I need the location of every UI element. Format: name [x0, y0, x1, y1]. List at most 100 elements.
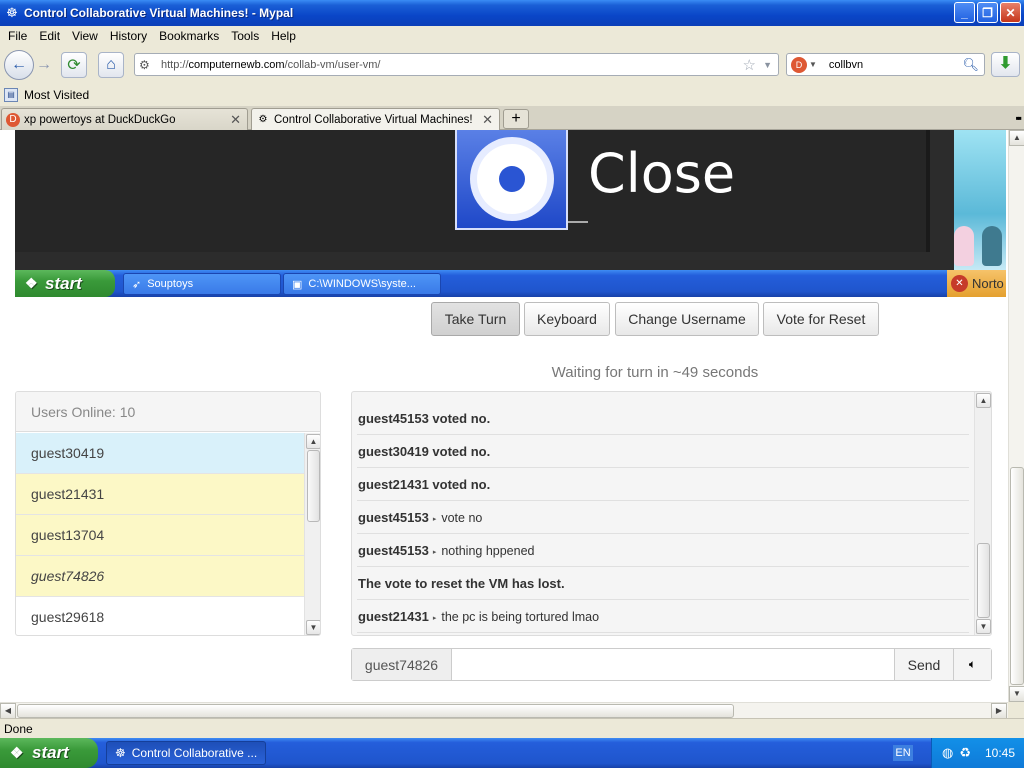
bookmark-most-visited[interactable]: Most Visited — [24, 88, 89, 102]
minimize-button[interactable]: _ — [954, 2, 975, 23]
vm-taskbar-item-souptoys[interactable]: ➶ Souptoys — [123, 273, 281, 295]
take-turn-button[interactable]: Take Turn — [431, 302, 520, 336]
menu-view[interactable]: View — [66, 29, 104, 43]
duckduckgo-engine-icon[interactable]: D — [791, 56, 807, 73]
chat-username: guest45153 — [358, 543, 429, 558]
chat-messages: guest45153 voted no. guest30419 voted no… — [352, 402, 972, 633]
settings-gear-icon — [455, 130, 568, 230]
change-username-button[interactable]: Change Username — [615, 302, 759, 336]
vm-taskbar-label: Souptoys — [147, 278, 194, 290]
scroll-up-icon[interactable]: ▲ — [1009, 130, 1024, 146]
network-icon[interactable]: ◍ — [942, 745, 953, 761]
search-engine-dropdown-icon[interactable]: ▼ — [809, 60, 817, 69]
list-item[interactable]: guest74826 — [16, 556, 304, 597]
chat-panel: guest45153 voted no. guest30419 voted no… — [351, 391, 992, 636]
vm-start-button[interactable]: ❖ start — [15, 270, 115, 297]
scroll-up-icon[interactable]: ▲ — [306, 434, 320, 449]
forward-arrow-icon: → — [36, 56, 52, 73]
url-domain: computernewb.com — [188, 58, 285, 71]
window-titlebar: ☸ Control Collaborative Virtual Machines… — [0, 0, 1024, 26]
tab-close-icon[interactable]: ✕ — [482, 112, 493, 128]
reload-button[interactable]: ⟳ — [61, 52, 87, 78]
send-button[interactable]: Send — [894, 649, 953, 680]
vm-dialog-close-text: Close — [588, 142, 736, 205]
duckduckgo-icon: D — [6, 112, 20, 127]
home-button[interactable]: ⌂ — [98, 52, 124, 78]
vm-taskbar-item-cmd[interactable]: ▣ C:\WINDOWS\syste... — [283, 273, 441, 295]
windows-taskbar: ❖ start ☸ Control Collaborative ... EN ◍… — [0, 738, 1024, 768]
scroll-up-icon[interactable]: ▲ — [976, 393, 991, 408]
scroll-thumb[interactable] — [17, 704, 734, 718]
scroll-down-icon[interactable]: ▼ — [1009, 686, 1024, 702]
search-icon[interactable]: 🔍︎ — [962, 57, 979, 73]
address-url[interactable]: http://computernewb.com/collab-vm/user-v… — [161, 59, 381, 71]
scroll-thumb[interactable] — [307, 450, 320, 522]
character-figure — [954, 226, 974, 266]
menu-file[interactable]: File — [2, 29, 33, 43]
norton-icon: ✕ — [951, 275, 968, 292]
restore-button[interactable]: ❐ — [977, 2, 998, 23]
list-item[interactable]: guest30419 — [16, 433, 304, 474]
chat-text: nothing hppened — [441, 544, 535, 558]
scroll-down-icon[interactable]: ▼ — [976, 619, 991, 634]
download-arrow-icon: ⬇ — [998, 55, 1013, 72]
scroll-thumb[interactable] — [977, 543, 990, 618]
page-vertical-scrollbar[interactable]: ▲ ▼ — [1008, 130, 1024, 702]
users-online-panel: Users Online: 10 guest30419 guest21431 g… — [15, 391, 321, 636]
souptoys-icon: ➶ — [132, 278, 142, 291]
start-button[interactable]: ❖ start — [0, 738, 98, 768]
chat-message: guest45153 voted no. — [357, 402, 969, 435]
menu-help[interactable]: Help — [265, 29, 302, 43]
chat-input-group: guest74826 Send 🔈︎ — [351, 648, 992, 681]
list-item[interactable]: guest21431 — [16, 474, 304, 515]
close-button[interactable]: ✕ — [1000, 2, 1021, 23]
scroll-left-icon[interactable]: ◀ — [0, 703, 16, 719]
keyboard-button[interactable]: Keyboard — [524, 302, 610, 336]
url-dropdown-icon[interactable]: ▼ — [763, 60, 772, 70]
new-tab-button[interactable]: + — [503, 109, 529, 129]
search-bar[interactable]: D ▼ collbvn 🔍︎ — [786, 53, 985, 76]
language-indicator[interactable]: EN — [893, 745, 913, 761]
scrollbar-corner — [1008, 702, 1024, 718]
bookmark-star-icon[interactable]: ☆ — [743, 56, 756, 74]
taskbar-item-mypal[interactable]: ☸ Control Collaborative ... — [106, 741, 266, 765]
tab-close-icon[interactable]: ✕ — [230, 112, 241, 128]
chat-scrollbar[interactable]: ▲ ▼ — [974, 392, 991, 635]
list-item[interactable]: guest29618 — [16, 597, 304, 635]
menu-bar: File Edit View History Bookmarks Tools H… — [0, 26, 1024, 46]
menu-bookmarks[interactable]: Bookmarks — [153, 29, 225, 43]
speaker-icon[interactable]: 🔈︎ — [953, 649, 991, 680]
tab-list-icon[interactable]: ▪▪ — [1015, 111, 1021, 125]
windows-flag-icon: ❖ — [25, 275, 38, 291]
tab-duckduckgo[interactable]: D xp powertoys at DuckDuckGo ✕ — [1, 108, 248, 130]
chat-username: guest21431 — [358, 609, 429, 624]
clock[interactable]: 10:45 — [985, 746, 1015, 760]
list-item[interactable]: guest13704 — [16, 515, 304, 556]
vm-screen[interactable]: Close ❖ start ➶ Souptoys ▣ C:\WINDOWS\sy… — [15, 130, 1006, 297]
menu-tools[interactable]: Tools — [225, 29, 265, 43]
tab-label: xp powertoys at DuckDuckGo — [24, 113, 176, 126]
users-scrollbar[interactable]: ▲ ▼ — [304, 433, 320, 635]
tab-collabvm[interactable]: ⚙ Control Collaborative Virtual Machines… — [251, 108, 500, 131]
downloads-button[interactable]: ⬇ — [991, 52, 1020, 77]
vote-reset-button[interactable]: Vote for Reset — [763, 302, 879, 336]
scroll-thumb[interactable] — [1010, 467, 1024, 685]
system-message-text: The vote to reset the VM has lost. — [358, 576, 565, 591]
forward-button[interactable]: → — [34, 52, 54, 78]
scroll-down-icon[interactable]: ▼ — [306, 620, 320, 635]
address-bar[interactable]: ⚙ http://computernewb.com/collab-vm/user… — [134, 53, 779, 76]
window-controls: _ ❐ ✕ — [954, 2, 1021, 23]
back-button[interactable]: ← — [4, 50, 34, 80]
reload-icon: ⟳ — [67, 57, 81, 74]
safely-remove-icon[interactable]: ♻ — [959, 745, 971, 761]
menu-edit[interactable]: Edit — [33, 29, 66, 43]
chat-message: guest21431 ▸ the pc is being tortured lmao — [357, 600, 969, 633]
menu-history[interactable]: History — [104, 29, 153, 43]
search-input[interactable]: collbvn — [829, 59, 863, 71]
vm-taskbar: ❖ start ➶ Souptoys ▣ C:\WINDOWS\syste...… — [15, 270, 1006, 297]
window-title: Control Collaborative Virtual Machines! … — [24, 6, 294, 20]
page-horizontal-scrollbar[interactable]: ◀ ▶ — [0, 702, 1008, 719]
vm-norton-tray[interactable]: ✕ Norto — [947, 270, 1006, 297]
chat-message-input[interactable] — [452, 649, 894, 680]
scroll-right-icon[interactable]: ▶ — [991, 703, 1007, 719]
